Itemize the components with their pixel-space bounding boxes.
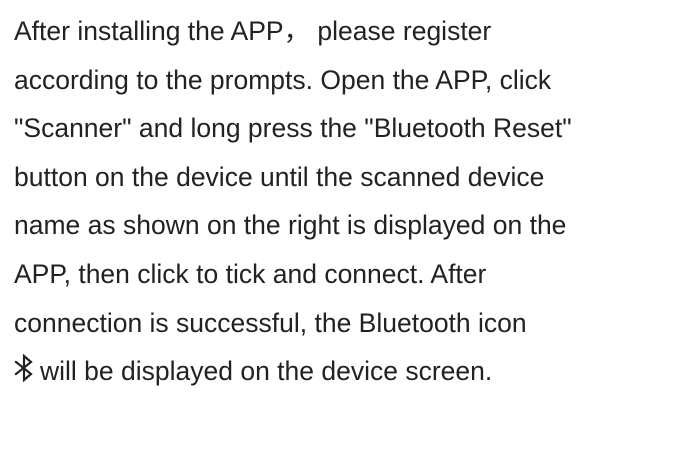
icon-line: will be displayed on the device screen.: [14, 347, 689, 396]
text-line-2: according to the prompts. Open the APP, …: [14, 64, 552, 95]
text-line-4: button on the device until the scanned d…: [14, 161, 545, 192]
text-line-1: After installing the APP， please registe…: [14, 16, 492, 46]
text-line-5: name as shown on the right is displayed …: [14, 210, 567, 241]
bluetooth-icon: [14, 354, 36, 383]
text-line-6: APP, then click to tick and connect. Aft…: [14, 258, 487, 289]
text-line-7: connection is successful, the Bluetooth …: [14, 307, 527, 338]
instruction-text: After installing the APP， please registe…: [14, 7, 689, 396]
text-line-3: "Scanner" and long press the "Bluetooth …: [14, 113, 572, 144]
text-line-8: will be displayed on the device screen.: [40, 356, 493, 387]
